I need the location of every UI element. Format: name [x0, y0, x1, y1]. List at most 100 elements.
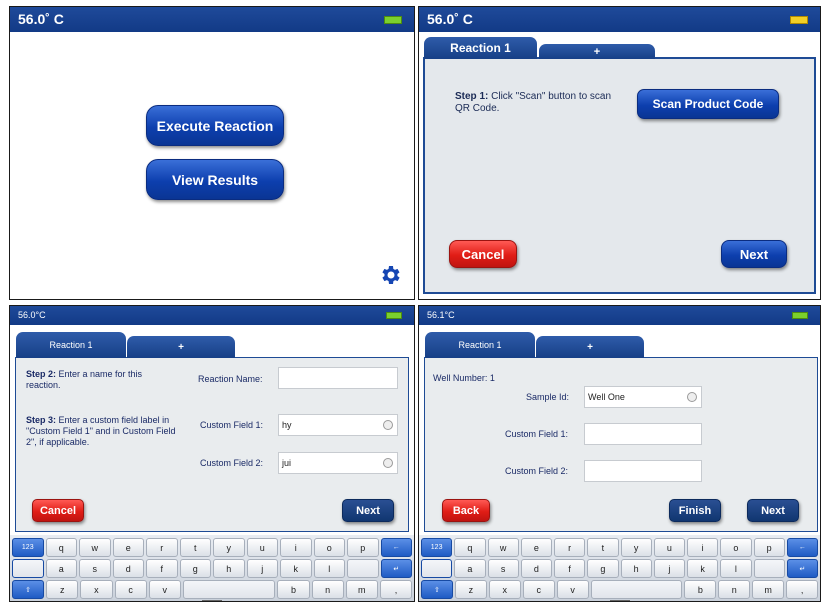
clear-icon[interactable]: [383, 458, 393, 468]
next-button[interactable]: Next: [747, 499, 799, 522]
keyboard-key[interactable]: b: [684, 580, 717, 599]
keyboard-key[interactable]: n: [718, 580, 751, 599]
custom-field-1-input[interactable]: hy: [278, 414, 398, 436]
keyboard-key[interactable]: l: [313, 559, 345, 578]
keyboard-key[interactable]: k: [280, 559, 312, 578]
next-button[interactable]: Next: [342, 499, 394, 522]
keyboard-key[interactable]: [182, 580, 276, 599]
keyboard-handle[interactable]: [202, 600, 222, 601]
keyboard-key[interactable]: [347, 559, 379, 578]
tab-reaction-1[interactable]: Reaction 1: [425, 332, 535, 358]
keyboard-key[interactable]: c: [114, 580, 147, 599]
execute-reaction-button[interactable]: Execute Reaction: [146, 105, 284, 146]
keyboard-key[interactable]: c: [522, 580, 555, 599]
keyboard-key[interactable]: [421, 559, 453, 578]
keyboard-key[interactable]: h: [213, 559, 245, 578]
reaction-name-field[interactable]: [278, 367, 398, 389]
keyboard-key[interactable]: m: [345, 580, 378, 599]
cancel-button[interactable]: Cancel: [449, 240, 517, 268]
keyboard-key[interactable]: q: [45, 538, 77, 557]
keyboard-key[interactable]: t: [179, 538, 211, 557]
keyboard-key[interactable]: p: [753, 538, 785, 557]
keyboard-key[interactable]: u: [246, 538, 278, 557]
keyboard-key[interactable]: v: [148, 580, 181, 599]
keyboard-key[interactable]: o: [313, 538, 345, 557]
keyboard-key[interactable]: y: [620, 538, 652, 557]
keyboard-key[interactable]: u: [653, 538, 685, 557]
custom-field-1-input[interactable]: [584, 423, 702, 445]
scan-screen: 56.0˚ C Reaction 1 + Step 1: Click "Scan…: [418, 6, 821, 300]
scan-product-code-button[interactable]: Scan Product Code: [637, 89, 779, 119]
keyboard-key[interactable]: r: [146, 538, 178, 557]
keyboard-key[interactable]: 123: [421, 538, 453, 557]
keyboard-key[interactable]: n: [311, 580, 344, 599]
keyboard-row-1: 123 q w e r t y u i o p ←: [12, 538, 412, 557]
keyboard-key[interactable]: o: [720, 538, 752, 557]
keyboard-key[interactable]: [590, 580, 683, 599]
keyboard-key[interactable]: ←: [786, 538, 818, 557]
keyboard-key[interactable]: m: [752, 580, 785, 599]
cancel-button[interactable]: Cancel: [32, 499, 84, 522]
keyboard-key[interactable]: v: [556, 580, 589, 599]
tab-add[interactable]: +: [127, 336, 235, 358]
keyboard-key[interactable]: [12, 559, 44, 578]
keyboard-key[interactable]: h: [620, 559, 652, 578]
keyboard-key[interactable]: a: [454, 559, 486, 578]
keyboard-key[interactable]: i: [687, 538, 719, 557]
tab-add[interactable]: +: [539, 44, 655, 59]
custom-field-2-input[interactable]: [584, 460, 702, 482]
clear-icon[interactable]: [383, 420, 393, 430]
keyboard-key[interactable]: w: [487, 538, 519, 557]
keyboard-key[interactable]: j: [653, 559, 685, 578]
tab-reaction-1[interactable]: Reaction 1: [424, 37, 537, 59]
keyboard-key[interactable]: q: [454, 538, 486, 557]
next-button[interactable]: Next: [721, 240, 787, 268]
keyboard-key[interactable]: e: [112, 538, 144, 557]
keyboard-key[interactable]: i: [280, 538, 312, 557]
gear-icon[interactable]: [378, 263, 402, 287]
keyboard-key[interactable]: ←: [380, 538, 412, 557]
tab-reaction-1[interactable]: Reaction 1: [16, 332, 126, 358]
keyboard-key[interactable]: w: [79, 538, 111, 557]
keyboard-key[interactable]: x: [488, 580, 521, 599]
keyboard-key[interactable]: s: [79, 559, 111, 578]
keyboard-key[interactable]: l: [720, 559, 752, 578]
keyboard-key[interactable]: g: [587, 559, 619, 578]
keyboard-key[interactable]: k: [687, 559, 719, 578]
sample-id-input[interactable]: Well One: [584, 386, 702, 408]
temperature-readout: 56.0˚ C: [18, 11, 64, 27]
keyboard-key[interactable]: g: [179, 559, 211, 578]
keyboard-key[interactable]: t: [587, 538, 619, 557]
keyboard-key[interactable]: p: [347, 538, 379, 557]
keyboard-key[interactable]: b: [277, 580, 310, 599]
custom-field-2-input[interactable]: jui: [278, 452, 398, 474]
keyboard-key[interactable]: a: [45, 559, 77, 578]
custom-field-1-label: Custom Field 1:: [200, 420, 264, 430]
keyboard-key[interactable]: d: [520, 559, 552, 578]
keyboard-key[interactable]: z: [46, 580, 79, 599]
keyboard-key[interactable]: d: [112, 559, 144, 578]
keyboard-key[interactable]: ,: [379, 580, 413, 599]
finish-button[interactable]: Finish: [669, 499, 721, 522]
keyboard-key[interactable]: ⇧: [421, 580, 453, 599]
keyboard-key[interactable]: f: [146, 559, 178, 578]
keyboard-key[interactable]: s: [487, 559, 519, 578]
keyboard-key[interactable]: ⇧: [12, 580, 45, 599]
keyboard-key[interactable]: j: [246, 559, 278, 578]
clear-icon[interactable]: [687, 392, 697, 402]
view-results-button[interactable]: View Results: [146, 159, 284, 200]
tab-add[interactable]: +: [536, 336, 644, 358]
back-button[interactable]: Back: [442, 499, 490, 522]
keyboard-key[interactable]: [753, 559, 785, 578]
keyboard-key[interactable]: 123: [12, 538, 44, 557]
keyboard-key[interactable]: x: [80, 580, 113, 599]
keyboard-key[interactable]: y: [213, 538, 245, 557]
keyboard-handle[interactable]: [609, 600, 630, 601]
keyboard-key[interactable]: r: [554, 538, 586, 557]
keyboard-key[interactable]: ,: [786, 580, 819, 599]
keyboard-key[interactable]: ↵: [380, 559, 412, 578]
keyboard-key[interactable]: ↵: [786, 559, 818, 578]
keyboard-key[interactable]: e: [520, 538, 552, 557]
keyboard-key[interactable]: z: [454, 580, 487, 599]
keyboard-key[interactable]: f: [554, 559, 586, 578]
